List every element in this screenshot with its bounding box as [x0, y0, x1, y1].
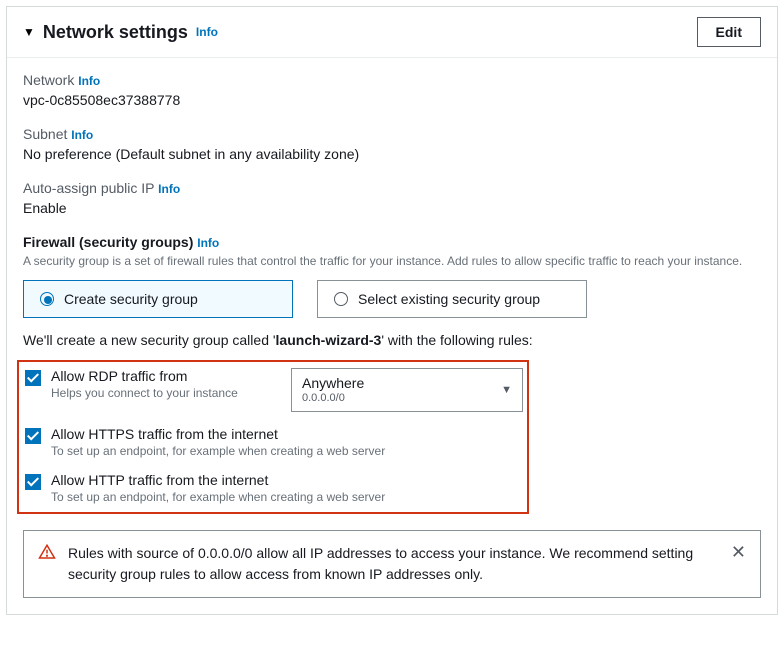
subnet-label-text: Subnet: [23, 126, 67, 142]
sg-note: We'll create a new security group called…: [23, 332, 761, 348]
auto-ip-label-text: Auto-assign public IP: [23, 180, 154, 196]
firewall-label: Firewall (security groups): [23, 234, 193, 250]
auto-ip-field: Auto-assign public IP Info Enable: [23, 180, 761, 216]
rdp-label: Allow RDP traffic from: [51, 368, 281, 384]
firewall-helper: A security group is a set of firewall ru…: [23, 252, 761, 270]
select-sg-label: Select existing security group: [358, 291, 540, 307]
warning-triangle-icon: [38, 543, 56, 561]
info-link-subnet[interactable]: Info: [71, 128, 93, 142]
info-link-header[interactable]: Info: [196, 25, 218, 39]
http-label: Allow HTTP traffic from the internet: [51, 472, 523, 488]
checkbox-rdp[interactable]: [25, 370, 41, 386]
rule-http-row: Allow HTTP traffic from the internet To …: [25, 472, 523, 504]
panel-header: ▼ Network settings Info Edit: [7, 7, 777, 58]
radio-checked-icon: [40, 292, 54, 306]
auto-ip-label: Auto-assign public IP Info: [23, 180, 761, 196]
security-group-options: Create security group Select existing se…: [23, 280, 761, 318]
info-link-network[interactable]: Info: [78, 74, 100, 88]
create-sg-label: Create security group: [64, 291, 198, 307]
rdp-source-select[interactable]: Anywhere 0.0.0.0/0 ▼: [291, 368, 523, 412]
radio-select-existing-security-group[interactable]: Select existing security group: [317, 280, 587, 318]
rule-rdp-row: Allow RDP traffic from Helps you connect…: [25, 368, 523, 412]
rule-https-row: Allow HTTPS traffic from the internet To…: [25, 426, 523, 458]
network-label-text: Network: [23, 72, 74, 88]
rdp-select-main: Anywhere: [302, 375, 364, 392]
close-icon[interactable]: ✕: [731, 543, 746, 561]
radio-unchecked-icon: [334, 292, 348, 306]
network-label: Network Info: [23, 72, 761, 88]
caret-down-icon: ▼: [23, 25, 35, 39]
network-field: Network Info vpc-0c85508ec37388778: [23, 72, 761, 108]
sg-note-name: launch-wizard-3: [276, 332, 382, 348]
checkbox-http[interactable]: [25, 474, 41, 490]
subnet-field: Subnet Info No preference (Default subne…: [23, 126, 761, 162]
firewall-section: Firewall (security groups) Info A securi…: [23, 234, 761, 598]
http-helper: To set up an endpoint, for example when …: [51, 490, 523, 504]
auto-ip-value: Enable: [23, 200, 761, 216]
sg-note-prefix: We'll create a new security group called…: [23, 332, 276, 348]
alert-text: Rules with source of 0.0.0.0/0 allow all…: [68, 543, 719, 585]
rules-highlight-box: Allow RDP traffic from Helps you connect…: [17, 360, 529, 514]
sg-note-suffix: ' with the following rules:: [381, 332, 532, 348]
radio-create-security-group[interactable]: Create security group: [23, 280, 293, 318]
edit-button[interactable]: Edit: [697, 17, 761, 47]
info-link-auto-ip[interactable]: Info: [158, 182, 180, 196]
subnet-label: Subnet Info: [23, 126, 761, 142]
network-settings-panel: ▼ Network settings Info Edit Network Inf…: [6, 6, 778, 615]
chevron-down-icon: ▼: [501, 384, 512, 396]
panel-body: Network Info vpc-0c85508ec37388778 Subne…: [7, 58, 777, 614]
rdp-select-sub: 0.0.0.0/0: [302, 392, 364, 405]
https-label: Allow HTTPS traffic from the internet: [51, 426, 523, 442]
firewall-label-row: Firewall (security groups) Info: [23, 234, 761, 250]
panel-title-row[interactable]: ▼ Network settings Info: [23, 22, 218, 43]
warning-alert: Rules with source of 0.0.0.0/0 allow all…: [23, 530, 761, 598]
checkbox-https[interactable]: [25, 428, 41, 444]
rdp-helper: Helps you connect to your instance: [51, 386, 281, 400]
subnet-value: No preference (Default subnet in any ava…: [23, 146, 761, 162]
info-link-firewall[interactable]: Info: [197, 236, 219, 250]
network-value: vpc-0c85508ec37388778: [23, 92, 761, 108]
panel-title: Network settings: [43, 22, 188, 43]
https-helper: To set up an endpoint, for example when …: [51, 444, 523, 458]
